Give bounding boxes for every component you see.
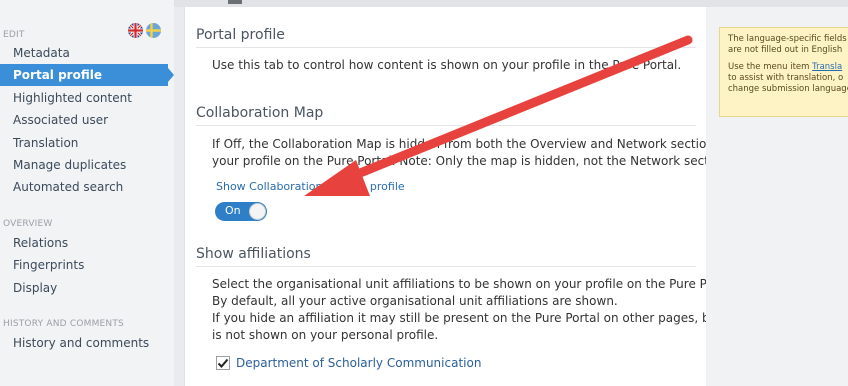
sidebar-item-label: Relations xyxy=(13,236,69,250)
sidebar-heading-history: HISTORY AND COMMENTS xyxy=(3,319,124,329)
sidebar: EDIT Metadata Portal profile Highlighted… xyxy=(0,0,174,386)
toggle-state-label: On xyxy=(225,204,241,217)
sidebar-item-highlighted-content[interactable]: Highlighted content xyxy=(0,87,174,109)
toggle-knob xyxy=(249,203,266,220)
translation-menu-link[interactable]: Transla xyxy=(812,62,842,72)
help-text-line3: Use the menu item xyxy=(728,62,813,72)
top-bar xyxy=(174,0,848,7)
sidebar-item-label: Metadata xyxy=(13,46,70,60)
help-text-line2: are not filled out in English xyxy=(728,45,843,55)
checkmark-icon xyxy=(217,358,229,368)
sidebar-item-translation[interactable]: Translation xyxy=(0,132,174,154)
sidebar-item-label: Translation xyxy=(13,136,79,150)
sidebar-item-label: Manage duplicates xyxy=(13,158,127,172)
sidebar-item-label: Automated search xyxy=(13,180,124,194)
sidebar-heading-edit: EDIT xyxy=(3,30,25,40)
help-text-line4: to assist with translation, o xyxy=(728,73,844,83)
sidebar-item-label: Portal profile xyxy=(13,68,102,82)
right-panel: The language-specific fields are not fil… xyxy=(706,7,848,386)
affiliations-description-line2: By default, all your active organisation… xyxy=(212,294,618,308)
sidebar-item-label: Fingerprints xyxy=(13,258,85,272)
collaboration-map-toggle[interactable]: On xyxy=(215,202,267,221)
sidebar-item-manage-duplicates[interactable]: Manage duplicates xyxy=(0,154,174,176)
section-title-portal-profile: Portal profile xyxy=(196,27,285,43)
sidebar-heading-overview: OVERVIEW xyxy=(3,219,53,229)
section-title-collaboration-map: Collaboration Map xyxy=(196,105,324,121)
collaboration-map-description-line2: your profile on the Pure Portal. Note: O… xyxy=(212,154,732,168)
sidebar-item-portal-profile[interactable]: Portal profile xyxy=(0,64,174,86)
show-collaboration-map-label[interactable]: Show Collaboration Map on profile xyxy=(216,178,696,195)
sidebar-item-fingerprints[interactable]: Fingerprints xyxy=(0,254,174,276)
sidebar-item-associated-user[interactable]: Associated user xyxy=(0,109,174,131)
sidebar-item-label: Display xyxy=(13,281,58,295)
sidebar-item-history-and-comments[interactable]: History and comments xyxy=(0,332,174,354)
collaboration-map-description-line1: If Off, the Collaboration Map is hidden … xyxy=(212,137,736,151)
sweden-flag-icon[interactable] xyxy=(146,23,161,38)
help-notice: The language-specific fields are not fil… xyxy=(719,27,848,117)
sidebar-item-label: History and comments xyxy=(13,336,150,350)
affiliations-description-line1: Select the organisational unit affiliati… xyxy=(212,277,738,291)
sidebar-item-label: Highlighted content xyxy=(13,91,132,105)
affiliation-checkbox[interactable] xyxy=(216,356,230,370)
affiliations-description-line4: is not shown on your personal profile. xyxy=(212,328,439,342)
help-text-line1: The language-specific fields xyxy=(728,34,847,44)
affiliation-label[interactable]: Department of Scholarly Communication xyxy=(236,355,716,372)
sidebar-item-display[interactable]: Display xyxy=(0,277,174,299)
section-divider xyxy=(196,47,696,48)
affiliations-description-line3: If you hide an affiliation it may still … xyxy=(212,311,734,325)
main-panel: Portal profile Use this tab to control h… xyxy=(184,7,738,386)
uk-flag-icon[interactable] xyxy=(128,23,143,38)
top-tab-indicator xyxy=(228,0,242,4)
sidebar-item-label: Associated user xyxy=(13,113,109,127)
sidebar-item-automated-search[interactable]: Automated search xyxy=(0,176,174,198)
section-divider xyxy=(196,125,696,126)
section-divider xyxy=(196,266,696,267)
portal-profile-description: Use this tab to control how content is s… xyxy=(212,58,682,72)
help-text-line5: change submission language xyxy=(728,84,848,94)
sidebar-item-metadata[interactable]: Metadata xyxy=(0,42,174,64)
section-title-show-affiliations: Show affiliations xyxy=(196,246,311,262)
sidebar-item-relations[interactable]: Relations xyxy=(0,232,174,254)
